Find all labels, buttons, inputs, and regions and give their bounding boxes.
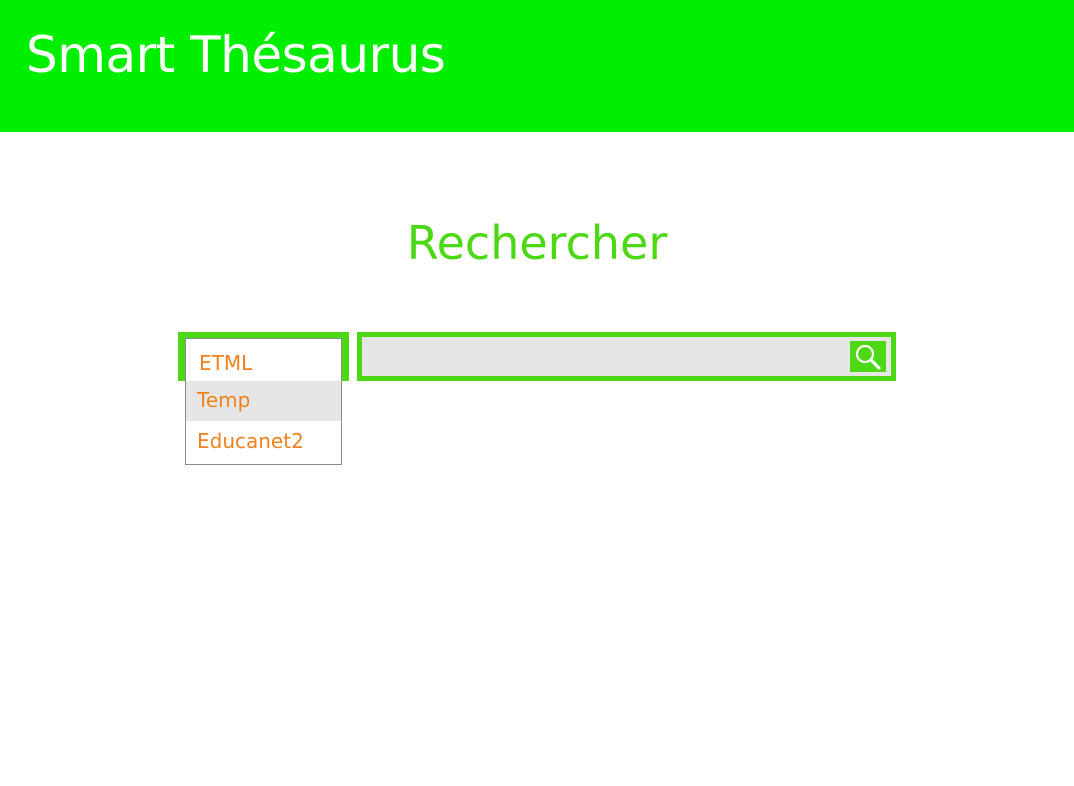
search-button[interactable] xyxy=(850,341,886,372)
dropdown-option-temp[interactable]: Temp xyxy=(186,381,341,421)
source-dropdown-list: ETML Temp Educanet2 xyxy=(185,338,342,465)
app-header: Smart Thésaurus xyxy=(0,0,1074,132)
app-title: Smart Thésaurus xyxy=(26,26,446,84)
dropdown-option-educanet2[interactable]: Educanet2 xyxy=(186,421,341,461)
dropdown-option-etml[interactable]: ETML xyxy=(186,345,341,381)
page-heading: Rechercher xyxy=(406,216,668,270)
search-bar xyxy=(357,332,896,381)
search-icon xyxy=(855,344,881,370)
search-input[interactable] xyxy=(362,337,842,376)
